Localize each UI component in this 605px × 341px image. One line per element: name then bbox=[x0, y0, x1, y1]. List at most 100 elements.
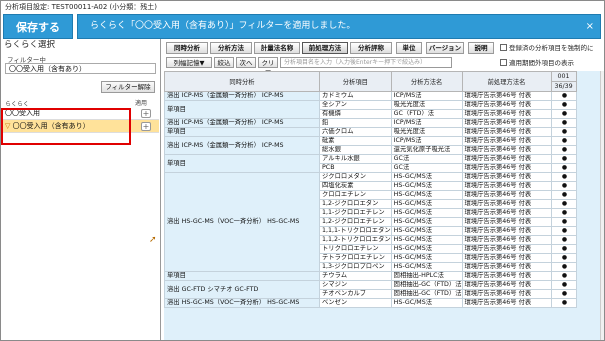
method-cell: HS-GC/MS法 bbox=[390, 181, 463, 191]
table-row[interactable]: 溶出 HS-GC-MS（VOC一斉分析） HS-GC-MS ジクロロメタン HS-G… bbox=[164, 172, 577, 272]
clear-button[interactable]: クリア bbox=[258, 57, 278, 77]
column-width-button[interactable]: 列幅記憶▼ bbox=[166, 57, 212, 68]
select-dot[interactable]: ● bbox=[550, 172, 577, 182]
select-dot[interactable]: ● bbox=[550, 109, 577, 119]
select-dot[interactable]: ● bbox=[550, 208, 577, 218]
filter-clear-button[interactable]: フィルター解除 bbox=[101, 81, 155, 93]
select-dot[interactable]: ● bbox=[550, 235, 577, 245]
select-dot[interactable]: ● bbox=[550, 190, 577, 200]
col-header-001[interactable]: 001 bbox=[550, 71, 577, 82]
item-cell: カドミウム bbox=[319, 91, 392, 101]
table-row[interactable]: 単項目 チウラム 固相抽出-HPLC法 環境庁告示第46号 付表 ● bbox=[164, 271, 577, 281]
item-cell: クロロエチレン bbox=[319, 190, 392, 200]
group-cell: 溶出 ICP-MS（金属類一斉分析） ICP-MS bbox=[164, 136, 320, 155]
select-dot[interactable]: ● bbox=[550, 136, 577, 146]
select-dot[interactable]: ● bbox=[550, 163, 577, 173]
method-cell: 吸光光度法 bbox=[390, 127, 463, 137]
tab-pretreatment[interactable]: 前処理方法 bbox=[302, 42, 348, 54]
select-dot[interactable]: ● bbox=[550, 100, 577, 110]
select-dot[interactable]: ● bbox=[550, 118, 577, 128]
select-dot[interactable]: ● bbox=[550, 226, 577, 236]
table-row[interactable]: 単項目 全シアン 吸光光度法 環境庁告示第46号 付表 ● bbox=[164, 100, 577, 119]
method-cell: GC（FTD）法 bbox=[390, 109, 463, 119]
method-cell: 固相抽出-GC（FTD）法 bbox=[390, 289, 463, 299]
method-cell: HS-GC/MS法 bbox=[390, 190, 463, 200]
item-cell: 1,1-ジクロロエチレン bbox=[319, 208, 392, 218]
select-dot[interactable]: ● bbox=[550, 127, 577, 137]
tab-analysis-name[interactable]: 分析評称 bbox=[350, 42, 392, 54]
vertical-scrollbar[interactable] bbox=[600, 71, 604, 340]
column-width-label: 列幅記憶 bbox=[173, 59, 200, 67]
col-header-method[interactable]: 分析方法名 bbox=[390, 71, 463, 92]
tab-method[interactable]: 分析方法 bbox=[210, 42, 252, 54]
apply-plus-icon[interactable]: + bbox=[141, 122, 151, 131]
item-cell: ジクロロメタン bbox=[319, 172, 392, 182]
apply-heading: 適用 bbox=[135, 100, 148, 107]
select-dot[interactable]: ● bbox=[550, 271, 577, 281]
method-cell: ICP/MS法 bbox=[390, 118, 463, 128]
pretreatment-cell: 環境庁告示第46号 付表 bbox=[461, 172, 552, 182]
item-cell: テトラクロロエチレン bbox=[319, 253, 392, 263]
select-dot[interactable]: ● bbox=[550, 298, 577, 308]
item-cell: 六価クロム bbox=[319, 127, 392, 137]
select-dot[interactable]: ● bbox=[550, 154, 577, 164]
col-header-group[interactable]: 同時分析 bbox=[164, 71, 320, 92]
method-cell: HS-GC/MS法 bbox=[390, 244, 463, 254]
next-button[interactable]: 次へ bbox=[236, 57, 256, 68]
current-filter-field: 〇〇受入用（含有あり） bbox=[5, 63, 156, 74]
pretreatment-cell: 環境庁告示第46号 付表 bbox=[461, 118, 552, 128]
table-row[interactable]: 溶出 GC-FTD シマチオ GC-FTD シマジン 固相抽出-GC（FTD）法 環境… bbox=[164, 280, 577, 299]
close-icon[interactable]: × bbox=[586, 15, 594, 38]
checkbox-box[interactable] bbox=[500, 59, 507, 66]
rakuraku-item[interactable]: 〇〇受入用 + bbox=[1, 107, 159, 120]
select-dot[interactable]: ● bbox=[550, 253, 577, 263]
checkbox-box[interactable] bbox=[500, 44, 507, 51]
tab-simultaneous[interactable]: 同時分析 bbox=[166, 42, 208, 54]
method-cell: HS-GC/MS法 bbox=[390, 298, 463, 308]
method-cell: HS-GC/MS法 bbox=[390, 226, 463, 236]
select-dot[interactable]: ● bbox=[550, 244, 577, 254]
search-input[interactable]: 分析項目名を入力（入力後Enterキー押下で絞込み） bbox=[280, 57, 452, 68]
filter-toolbar: 列幅記憶▼ 絞込 次へ クリア 分析項目名を入力（入力後Enterキー押下で絞込… bbox=[164, 57, 604, 77]
rakuraku-item-selected[interactable]: ▽ 〇〇受入用（含有あり） + bbox=[1, 120, 159, 133]
narrow-button[interactable]: 絞込 bbox=[214, 57, 234, 68]
select-dot[interactable]: ● bbox=[550, 181, 577, 191]
item-cell: 砒素 bbox=[319, 136, 392, 146]
table-row[interactable]: 溶出 ICP-MS（金属類一斉分析） ICP-MS 砒素 ICP/MS法 環境庁告示第… bbox=[164, 136, 577, 155]
select-dot[interactable]: ● bbox=[550, 289, 577, 299]
select-dot[interactable]: ● bbox=[550, 262, 577, 272]
col-header-pre[interactable]: 前処理方法名 bbox=[461, 71, 552, 92]
force-sync-checkbox[interactable]: 登録済の分析項目を強制的に bbox=[500, 43, 604, 53]
rakuraku-list-header: らくらく 適用 bbox=[1, 97, 159, 108]
col-header-item[interactable]: 分析項目 bbox=[319, 71, 392, 92]
pretreatment-cell: 環境庁告示第46号 付表 bbox=[461, 226, 552, 236]
item-cell: 四塩化炭素 bbox=[319, 181, 392, 191]
select-dot[interactable]: ● bbox=[550, 280, 577, 290]
item-cell: チウラム bbox=[319, 271, 392, 281]
table-row[interactable]: 溶出 ICP-MS（金属類一斉分析） ICP-MS カドミウム ICP/MS法 環境庁… bbox=[164, 91, 577, 101]
item-cell: シマジン bbox=[319, 280, 392, 290]
tab-version[interactable]: バージョン bbox=[426, 42, 464, 54]
apply-plus-icon[interactable]: + bbox=[141, 109, 151, 118]
pretreatment-cell: 環境庁告示第46号 付表 bbox=[461, 235, 552, 245]
table-row[interactable]: 単項目 六価クロム 吸光光度法 環境庁告示第46号 付表 ● bbox=[164, 127, 577, 137]
table-row[interactable]: 溶出 ICP-MS（金属類一斉分析） ICP-MS 鉛 ICP/MS法 環境庁告示第4… bbox=[164, 118, 577, 128]
pretreatment-cell: 環境庁告示第46号 付表 bbox=[461, 262, 552, 272]
rakuraku-item-label: 〇〇受入用 bbox=[5, 109, 40, 117]
save-button[interactable]: 保存する bbox=[3, 14, 73, 39]
show-out-of-period-checkbox[interactable]: 適用期間外項目の表示 bbox=[500, 58, 574, 68]
table-row[interactable]: 単項目 アルキル水銀 GC法 環境庁告示第46号 付表 ● bbox=[164, 154, 577, 173]
tab-description[interactable]: 説明 bbox=[468, 42, 494, 54]
table-row[interactable]: 溶出 HS-GC-MS（VOC一斉分析） HS-GC-MS ベンゼン HS-GC/M… bbox=[164, 298, 577, 308]
select-dot[interactable]: ● bbox=[550, 91, 577, 101]
select-dot[interactable]: ● bbox=[550, 145, 577, 155]
select-dot[interactable]: ● bbox=[550, 217, 577, 227]
method-cell: 還元気化原子吸光法 bbox=[390, 145, 463, 155]
tab-measure-name[interactable]: 計量法名称 bbox=[254, 42, 300, 54]
group-cell: 溶出 HS-GC-MS（VOC一斉分析） HS-GC-MS bbox=[164, 172, 320, 272]
app-window: 分析項目設定: TEST00011-A02 (小分類：残土) 保存する らくらく… bbox=[0, 0, 605, 341]
select-dot[interactable]: ● bbox=[550, 199, 577, 209]
pretreatment-cell: 環境庁告示第46号 付表 bbox=[461, 244, 552, 254]
tab-unit[interactable]: 単位 bbox=[396, 42, 422, 54]
pretreatment-cell: 環境庁告示第46号 付表 bbox=[461, 91, 552, 101]
